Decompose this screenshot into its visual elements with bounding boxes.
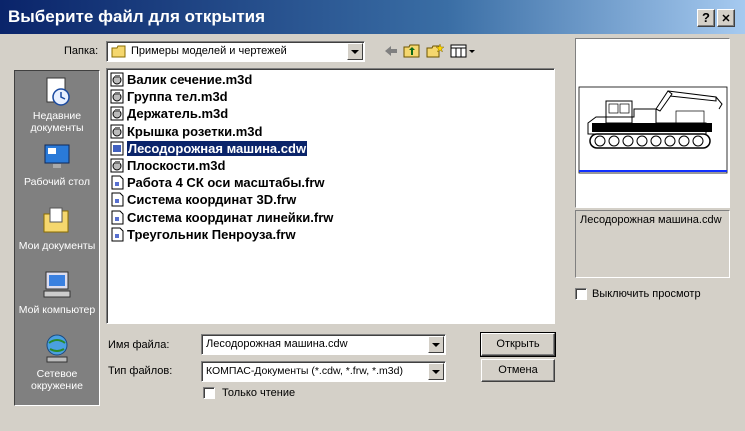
places-bar: Недавние документы Рабочий стол Мои доку… — [14, 70, 100, 406]
places-item-my-documents[interactable]: Мои документы — [15, 205, 99, 252]
my-computer-icon — [43, 271, 71, 298]
model-file-icon — [110, 124, 124, 139]
chevron-down-icon — [432, 342, 440, 347]
preview-pane — [575, 38, 730, 208]
filename-dropdown-button[interactable] — [428, 336, 444, 353]
places-label-desktop: Рабочий стол — [24, 176, 90, 188]
file-list-item[interactable]: Валик сечение.m3d — [110, 71, 252, 88]
file-list-item[interactable]: Треугольник Пенроуза.frw — [110, 226, 296, 243]
disable-preview-label: Выключить просмотр — [592, 288, 701, 300]
open-button[interactable]: Открыть — [480, 332, 556, 357]
model-file-icon — [110, 106, 124, 121]
help-button[interactable]: ? — [697, 9, 715, 27]
title-bar: Выберите файл для открытия ? ✕ — [0, 0, 745, 34]
back-arrow-icon[interactable] — [382, 43, 400, 59]
file-name: Плоскости.m3d — [127, 158, 226, 173]
lookin-dropdown-button[interactable] — [347, 43, 363, 60]
file-name: Лесодорожная машина.cdw — [125, 139, 309, 157]
view-menu-icon[interactable] — [450, 43, 476, 59]
file-name: Система координат линейки.frw — [127, 209, 334, 225]
file-name: Держатель.m3d — [127, 106, 229, 122]
places-label-my-documents: Мои документы — [18, 240, 96, 252]
file-name: Валик сечение.m3d — [127, 72, 253, 87]
new-folder-icon[interactable] — [426, 43, 444, 59]
fragment-file-icon — [111, 192, 124, 207]
model-file-icon — [110, 72, 124, 87]
preview-filename: Лесодорожная машина.cdw — [575, 210, 730, 278]
file-name: Треугольник Пенроуза.frw — [127, 226, 296, 242]
file-list-item[interactable]: Работа 4 СК оси масштабы.frw — [110, 174, 325, 191]
desktop-icon — [44, 144, 70, 168]
filename-value: Лесодорожная машина.cdw — [206, 338, 348, 350]
file-list-item[interactable]: Группа тел.m3d — [110, 88, 228, 105]
drawing-preview-image — [578, 86, 728, 174]
folder-icon — [111, 45, 126, 58]
file-name: Группа тел.m3d — [127, 89, 228, 105]
readonly-checkbox[interactable] — [203, 387, 215, 399]
file-list-item[interactable]: Лесодорожная машина.cdw — [110, 139, 309, 157]
file-list-item[interactable]: Крышка розетки.m3d — [110, 123, 262, 140]
close-button[interactable]: ✕ — [717, 9, 735, 27]
chevron-down-icon — [351, 49, 359, 54]
file-name: Работа 4 СК оси масштабы.frw — [127, 175, 325, 191]
model-file-icon — [110, 89, 124, 104]
drawing-file-icon — [110, 141, 124, 156]
file-list[interactable]: Валик сечение.m3d Группа тел.m3d Держатель… — [106, 68, 555, 324]
places-item-network[interactable]: Сетевое окружение — [15, 333, 99, 392]
network-icon — [46, 334, 68, 363]
chevron-down-icon — [432, 369, 440, 374]
window-title: Выберите файл для открытия — [8, 7, 266, 26]
file-list-item[interactable]: Плоскости.m3d — [110, 157, 225, 174]
filename-label: Имя файла: — [108, 339, 170, 351]
file-name: Крышка розетки.m3d — [127, 123, 263, 139]
filetype-select[interactable]: КОМПАС-Документы (*.cdw, *.frw, *.m3d) — [201, 361, 446, 382]
places-label-network: Сетевое окружение — [31, 368, 83, 392]
places-label-recent: Недавние документы — [30, 110, 84, 134]
recent-documents-icon — [46, 77, 70, 106]
places-item-desktop[interactable]: Рабочий стол — [15, 141, 99, 188]
places-item-my-computer[interactable]: Мой компьютер — [15, 269, 99, 316]
filename-input[interactable]: Лесодорожная машина.cdw — [201, 334, 446, 355]
fragment-file-icon — [111, 210, 124, 225]
file-list-item[interactable]: Держатель.m3d — [110, 105, 228, 122]
file-name: Система координат 3D.frw — [127, 192, 297, 208]
disable-preview-checkbox[interactable] — [575, 288, 587, 300]
file-list-item[interactable]: Система координат 3D.frw — [110, 191, 296, 208]
cancel-button[interactable]: Отмена — [481, 359, 555, 382]
filetype-value: КОМПАС-Документы (*.cdw, *.frw, *.m3d) — [206, 365, 403, 377]
up-folder-icon[interactable] — [403, 43, 421, 59]
file-list-item[interactable]: Система координат линейки.frw — [110, 209, 333, 226]
filetype-dropdown-button[interactable] — [428, 363, 444, 380]
places-label-my-computer: Мой компьютер — [18, 304, 96, 316]
fragment-file-icon — [111, 175, 124, 190]
lookin-value: Примеры моделей и чертежей — [131, 45, 287, 57]
filetype-label: Тип файлов: — [108, 365, 173, 377]
my-documents-icon — [43, 207, 69, 233]
places-item-recent[interactable]: Недавние документы — [15, 75, 99, 134]
lookin-label: Папка: — [64, 45, 99, 57]
readonly-label: Только чтение — [222, 387, 296, 399]
lookin-combo[interactable]: Примеры моделей и чертежей — [106, 41, 365, 62]
fragment-file-icon — [111, 227, 124, 242]
model-file-icon — [110, 158, 124, 173]
close-icon: ✕ — [721, 13, 731, 25]
